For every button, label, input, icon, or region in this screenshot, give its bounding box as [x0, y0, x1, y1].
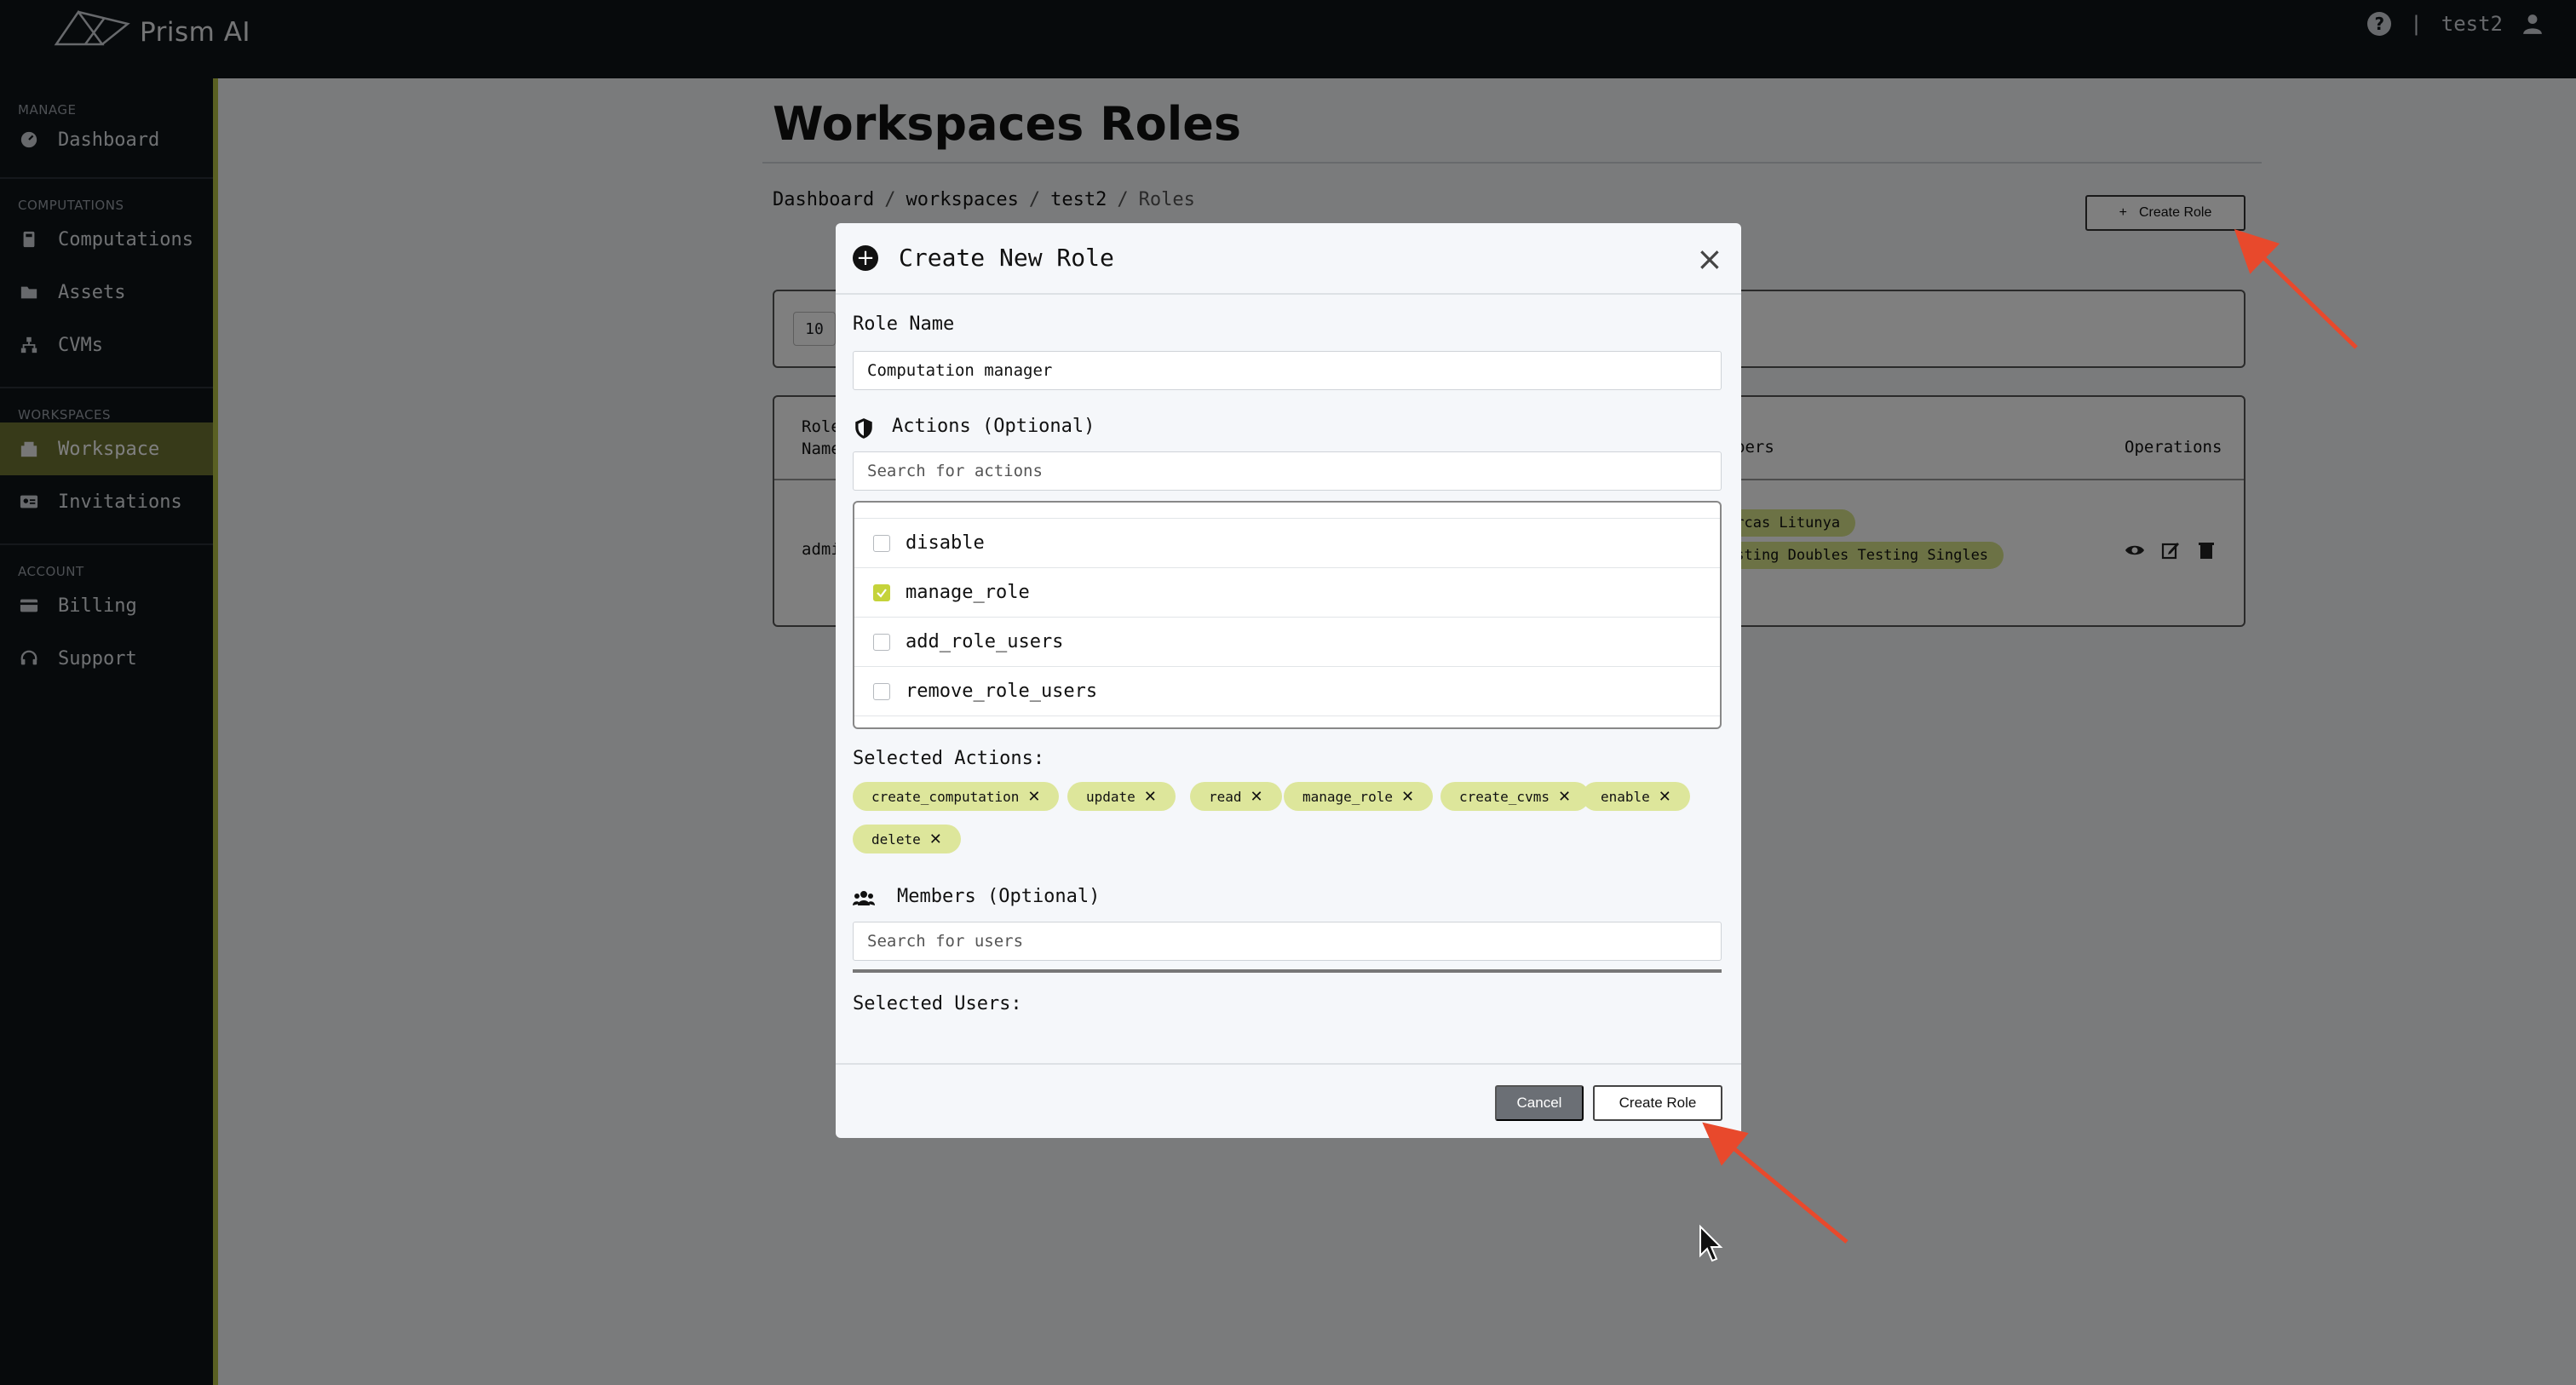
remove-chip-icon[interactable]: ✕ — [929, 830, 942, 848]
checkbox[interactable] — [873, 682, 890, 700]
users-icon — [853, 888, 875, 910]
actions-label: Actions (Optional) — [892, 416, 1095, 437]
action-option-remove-role-users[interactable]: remove_role_users — [854, 666, 1720, 715]
cancel-button[interactable]: Cancel — [1495, 1085, 1584, 1121]
role-name-label: Role Name — [853, 313, 955, 335]
checkbox-checked[interactable] — [873, 583, 890, 601]
users-dropdown-divider — [853, 969, 1722, 973]
selected-actions-label: Selected Actions: — [853, 748, 1045, 769]
remove-chip-icon[interactable]: ✕ — [1401, 788, 1414, 806]
modal-header: + Create New Role × — [836, 223, 1741, 295]
remove-chip-icon[interactable]: ✕ — [1659, 788, 1671, 806]
action-list-footer — [854, 715, 1720, 727]
action-option-disable[interactable]: disable — [854, 518, 1720, 567]
action-option-label: disable — [906, 532, 985, 554]
chip-label: update — [1086, 788, 1136, 805]
action-chip: create_computation ✕ — [853, 782, 1060, 811]
chip-label: create_computation — [871, 788, 1020, 805]
action-chip: create_cvms ✕ — [1440, 782, 1590, 811]
members-label: Members (Optional) — [897, 886, 1101, 907]
action-option-manage-role[interactable]: manage_role — [854, 567, 1720, 617]
modal-title: Create New Role — [899, 244, 1114, 272]
users-search-input[interactable]: Search for users — [853, 922, 1722, 961]
action-option-label: add_role_users — [906, 631, 1064, 652]
chip-label: create_cvms — [1459, 788, 1550, 805]
actions-list: disable manage_role add_role_users remov… — [853, 501, 1722, 729]
remove-chip-icon[interactable]: ✕ — [1027, 788, 1040, 806]
action-option-add-role-users[interactable]: add_role_users — [854, 617, 1720, 666]
action-chip: manage_role ✕ — [1284, 782, 1434, 811]
action-option-label: manage_role — [906, 582, 1030, 603]
selected-users-label: Selected Users: — [853, 993, 1022, 1014]
checkmark-icon — [877, 588, 887, 598]
action-chip: enable ✕ — [1582, 782, 1690, 811]
action-chip: update ✕ — [1067, 782, 1176, 811]
create-role-submit-button[interactable]: Create Role — [1593, 1085, 1722, 1121]
close-icon[interactable]: × — [1696, 240, 1723, 278]
chip-label: manage_role — [1302, 788, 1393, 805]
chip-label: enable — [1601, 788, 1650, 805]
checkbox[interactable] — [873, 633, 890, 651]
role-name-input[interactable]: Computation manager — [853, 351, 1722, 390]
plus-circle-icon: + — [853, 245, 878, 271]
action-chip: read ✕ — [1190, 782, 1282, 811]
chip-label: read — [1209, 788, 1242, 805]
create-role-modal: + Create New Role × Role Name Computatio… — [836, 223, 1741, 1138]
action-option-label: remove_role_users — [906, 681, 1098, 702]
actions-search-input[interactable]: Search for actions — [853, 451, 1722, 491]
remove-chip-icon[interactable]: ✕ — [1558, 788, 1571, 806]
checkbox[interactable] — [873, 534, 890, 552]
shield-icon — [853, 417, 875, 440]
chip-label: delete — [871, 830, 921, 848]
action-chip: delete ✕ — [853, 825, 961, 853]
remove-chip-icon[interactable]: ✕ — [1144, 788, 1157, 806]
modal-footer-divider — [836, 1063, 1741, 1065]
remove-chip-icon[interactable]: ✕ — [1251, 788, 1263, 806]
